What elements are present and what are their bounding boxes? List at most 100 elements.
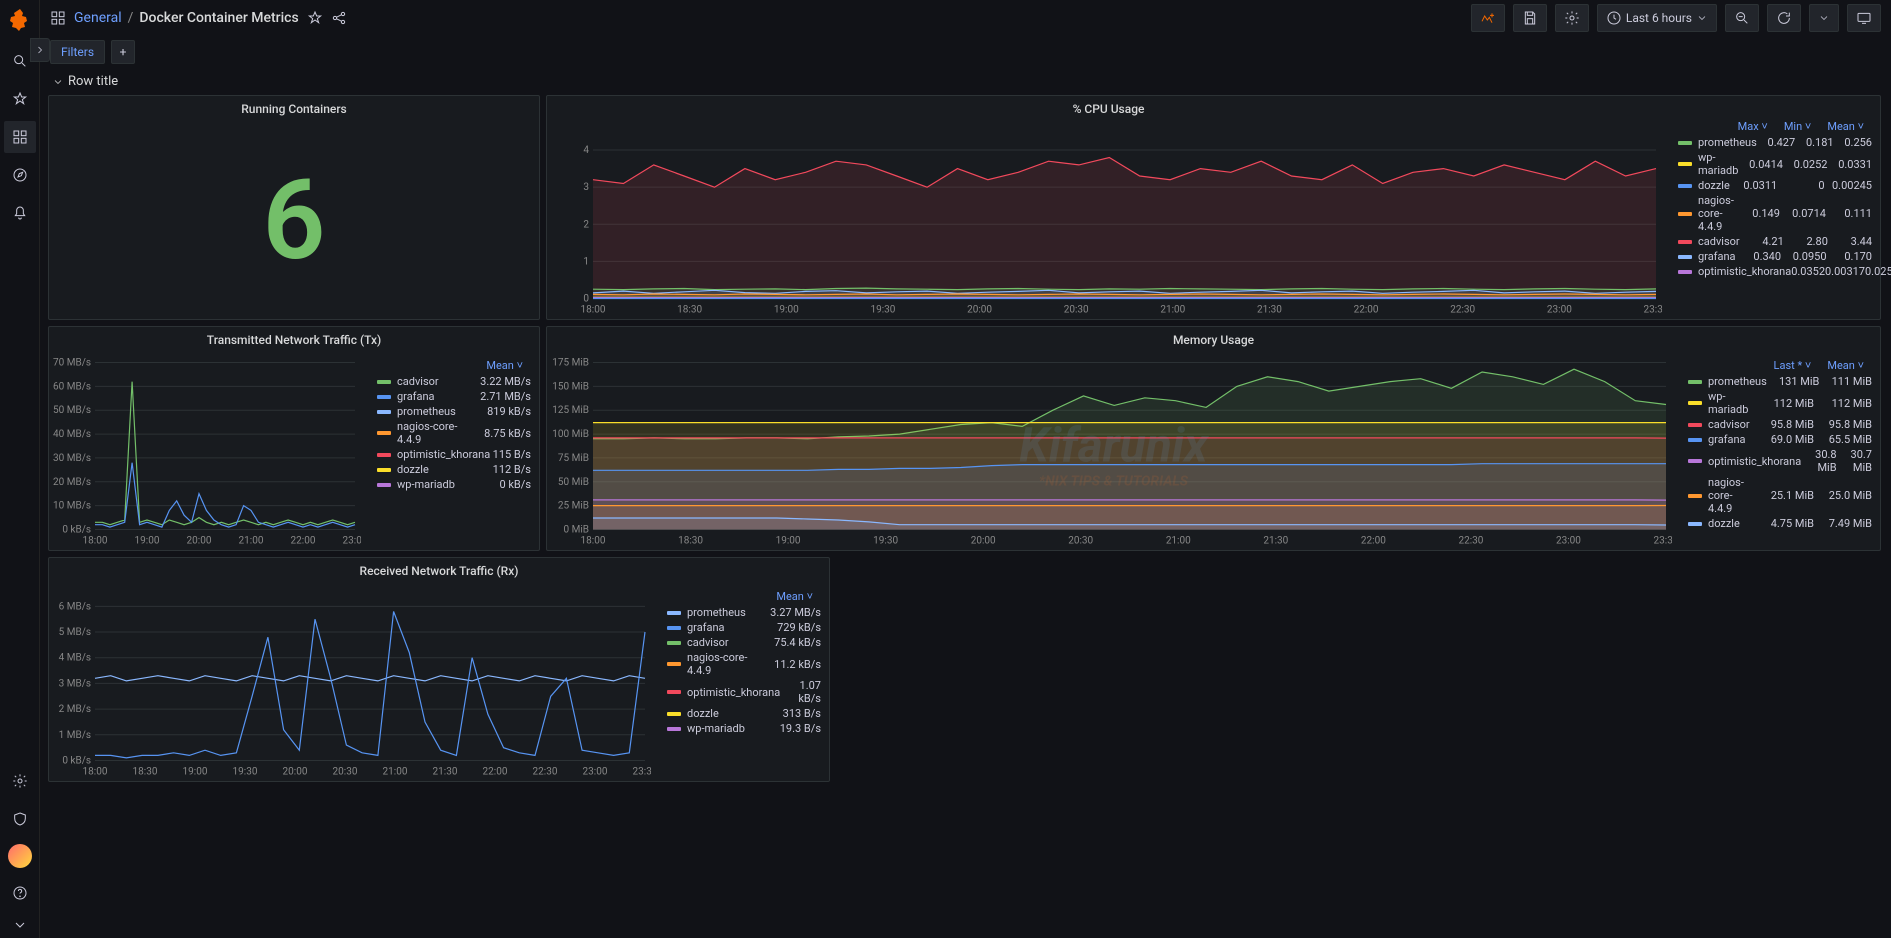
zoom-out-button[interactable] xyxy=(1725,4,1759,32)
legend-item[interactable]: prometheus0.4270.1810.256 xyxy=(1678,135,1872,150)
legend-item[interactable]: nagios-core-4.4.98.75 kB/s xyxy=(377,419,531,447)
breadcrumb-title: Docker Container Metrics xyxy=(139,10,298,26)
svg-text:20:30: 20:30 xyxy=(1064,305,1089,316)
legend-item[interactable]: nagios-core-4.4.925.1 MiB25.0 MiB xyxy=(1688,475,1872,516)
svg-text:20:30: 20:30 xyxy=(333,767,358,778)
time-range-picker[interactable]: Last 6 hours xyxy=(1597,4,1717,32)
cpu-legend: Max ˅Min ˅Mean ˅prometheus0.4270.1810.25… xyxy=(1670,96,1880,319)
legend-item[interactable]: dozzle0.031100.00245 xyxy=(1678,178,1872,193)
settings-icon[interactable] xyxy=(4,765,36,797)
legend-item[interactable]: grafana729 kB/s xyxy=(667,620,821,635)
user-avatar[interactable] xyxy=(8,844,32,868)
legend-item[interactable]: wp-mariadb19.3 B/s xyxy=(667,721,821,736)
svg-text:150 MiB: 150 MiB xyxy=(552,381,589,392)
legend-item[interactable]: prometheus3.27 MB/s xyxy=(667,605,821,620)
svg-text:25 MiB: 25 MiB xyxy=(558,501,589,512)
svg-text:125 MiB: 125 MiB xyxy=(552,405,589,416)
svg-text:21:00: 21:00 xyxy=(1166,536,1191,547)
svg-text:21:00: 21:00 xyxy=(383,767,408,778)
chevron-down-icon[interactable] xyxy=(4,915,36,935)
svg-text:22:30: 22:30 xyxy=(1458,536,1483,547)
legend-col[interactable]: Max ˅ xyxy=(1730,118,1776,135)
star-outline-icon[interactable] xyxy=(307,10,323,26)
legend-item[interactable]: prometheus819 kB/s xyxy=(377,404,531,419)
help-icon[interactable] xyxy=(4,877,36,909)
legend-col[interactable]: Mean ˅ xyxy=(478,357,531,374)
legend-item[interactable]: nagios-core-4.4.90.1490.07140.111 xyxy=(1678,193,1872,234)
add-filter-button[interactable]: + xyxy=(111,40,135,64)
shield-icon[interactable] xyxy=(4,803,36,835)
legend-item[interactable]: dozzle313 B/s xyxy=(667,706,821,721)
legend-item[interactable]: optimistic_khorana115 B/s xyxy=(377,447,531,462)
dashboard-settings-button[interactable] xyxy=(1555,4,1589,32)
tv-mode-button[interactable] xyxy=(1847,4,1881,32)
legend-item[interactable]: grafana69.0 MiB65.5 MiB xyxy=(1688,432,1872,447)
refresh-button[interactable] xyxy=(1767,4,1801,32)
refresh-interval-button[interactable] xyxy=(1809,4,1839,32)
svg-text:21:00: 21:00 xyxy=(239,536,264,547)
save-button[interactable] xyxy=(1513,4,1547,32)
svg-text:22:00: 22:00 xyxy=(1361,536,1386,547)
svg-text:0 kB/s: 0 kB/s xyxy=(62,756,91,767)
row-header[interactable]: Row title xyxy=(40,68,1891,95)
legend-item[interactable]: cadvisor95.8 MiB95.8 MiB xyxy=(1688,417,1872,432)
svg-text:40 MB/s: 40 MB/s xyxy=(53,429,91,440)
legend-col[interactable]: Min ˅ xyxy=(1776,118,1820,135)
memory-chart[interactable]: 0 MiB25 MiB50 MiB75 MiB100 MiB125 MiB150… xyxy=(551,357,1672,549)
add-panel-button[interactable] xyxy=(1471,4,1505,32)
tx-legend: Mean ˅cadvisor3.22 MB/sgrafana2.71 MB/sp… xyxy=(369,353,539,553)
star-icon[interactable] xyxy=(4,83,36,115)
share-icon[interactable] xyxy=(331,10,347,26)
filters-button[interactable]: Filters xyxy=(50,40,105,64)
svg-text:23:30: 23:30 xyxy=(1644,305,1662,316)
panel-running-containers: Running Containers 6 xyxy=(48,95,540,320)
svg-text:3 MB/s: 3 MB/s xyxy=(59,678,91,689)
alert-icon[interactable] xyxy=(4,197,36,229)
svg-text:0 kB/s: 0 kB/s xyxy=(62,525,91,536)
legend-col[interactable]: Mean ˅ xyxy=(1819,357,1872,374)
panel-tx-traffic: Transmitted Network Traffic (Tx) 0 kB/s1… xyxy=(48,326,540,551)
svg-text:19:30: 19:30 xyxy=(233,767,258,778)
svg-text:21:30: 21:30 xyxy=(1263,536,1288,547)
panel-cpu-usage: % CPU Usage 0123418:0018:3019:0019:3020:… xyxy=(546,95,1881,320)
legend-item[interactable]: optimistic_khorana1.07 kB/s xyxy=(667,678,821,706)
legend-item[interactable]: prometheus131 MiB111 MiB xyxy=(1688,374,1872,389)
legend-item[interactable]: cadvisor3.22 MB/s xyxy=(377,374,531,389)
svg-text:20:00: 20:00 xyxy=(187,536,212,547)
svg-text:50 MiB: 50 MiB xyxy=(558,477,589,488)
cpu-chart[interactable]: 0123418:0018:3019:0019:3020:0020:3021:00… xyxy=(551,126,1662,318)
svg-text:18:30: 18:30 xyxy=(678,536,703,547)
tx-chart[interactable]: 0 kB/s10 MB/s20 MB/s30 MB/s40 MB/s50 MB/… xyxy=(53,357,361,549)
legend-item[interactable]: grafana2.71 MB/s xyxy=(377,389,531,404)
legend-item[interactable]: wp-mariadb0.04140.02520.0331 xyxy=(1678,150,1872,178)
legend-col[interactable]: Last * ˅ xyxy=(1766,357,1820,374)
dashboards-icon[interactable] xyxy=(4,121,36,153)
expand-sidebar-button[interactable] xyxy=(30,38,50,62)
legend-col[interactable]: Mean ˅ xyxy=(1819,118,1872,135)
legend-item[interactable]: wp-mariadb0 kB/s xyxy=(377,477,531,492)
legend-item[interactable]: cadvisor75.4 kB/s xyxy=(667,635,821,650)
legend-item[interactable]: nagios-core-4.4.911.2 kB/s xyxy=(667,650,821,678)
svg-text:4 MB/s: 4 MB/s xyxy=(59,653,91,664)
memory-legend: Last * ˅Mean ˅prometheus131 MiB111 MiBwp… xyxy=(1680,353,1880,553)
legend-col[interactable]: Mean ˅ xyxy=(768,588,821,605)
svg-text:18:00: 18:00 xyxy=(83,536,108,547)
row-title: Row title xyxy=(68,74,118,89)
svg-text:10 MB/s: 10 MB/s xyxy=(53,501,91,512)
grafana-logo-icon[interactable] xyxy=(8,8,32,32)
legend-item[interactable]: cadvisor4.212.803.44 xyxy=(1678,234,1872,249)
svg-text:60 MB/s: 60 MB/s xyxy=(53,381,91,392)
legend-item[interactable]: grafana0.3400.09500.170 xyxy=(1678,249,1872,264)
stat-value: 6 xyxy=(49,122,539,319)
legend-item[interactable]: dozzle112 B/s xyxy=(377,462,531,477)
legend-item[interactable]: optimistic_khorana0.03520.003170.0250 xyxy=(1678,264,1872,279)
panel-title: Received Network Traffic (Rx) xyxy=(49,558,829,584)
legend-item[interactable]: dozzle4.75 MiB7.49 MiB xyxy=(1688,516,1872,531)
explore-icon[interactable] xyxy=(4,159,36,191)
breadcrumb-folder[interactable]: General xyxy=(74,10,122,26)
legend-item[interactable]: wp-mariadb112 MiB112 MiB xyxy=(1688,389,1872,417)
rx-chart[interactable]: 0 kB/s1 MB/s2 MB/s3 MB/s4 MB/s5 MB/s6 MB… xyxy=(53,588,651,780)
legend-item[interactable]: optimistic_khorana30.8 MiB30.7 MiB xyxy=(1688,447,1872,475)
svg-text:18:30: 18:30 xyxy=(133,767,158,778)
svg-text:23:30: 23:30 xyxy=(1654,536,1672,547)
